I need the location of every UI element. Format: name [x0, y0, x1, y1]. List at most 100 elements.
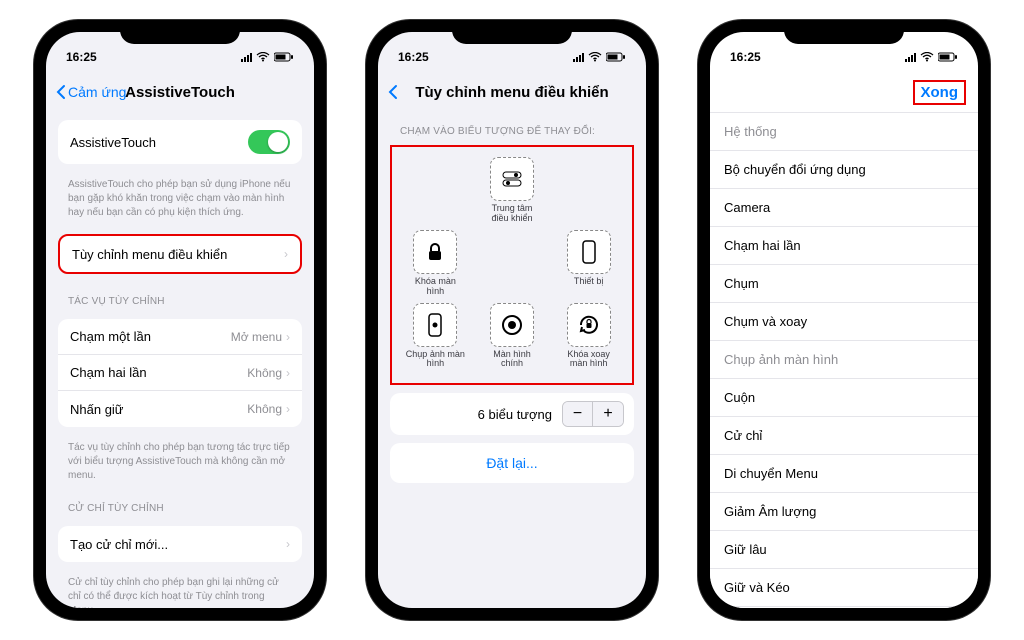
- screenshot-icon: [428, 313, 442, 337]
- assistivetouch-toggle-row[interactable]: AssistiveTouch: [58, 120, 302, 164]
- icon-hint: CHẠM VÀO BIỂU TƯỢNG ĐỂ THAY ĐỔI:: [378, 112, 646, 141]
- single-tap-value: Mở menu: [231, 330, 282, 344]
- screen-2: 16:25 Tùy chỉnh menu điều khiển CHẠM VÀO…: [378, 32, 646, 608]
- icon-grid-highlighted: Trung tâm điều khiển Khóa màn hình Thiết…: [390, 145, 634, 385]
- content-2[interactable]: CHẠM VÀO BIỂU TƯỢNG ĐỂ THAY ĐỔI: Trung t…: [378, 112, 646, 608]
- icon-control-center[interactable]: Trung tâm điều khiển: [482, 157, 542, 224]
- customize-menu-row[interactable]: Tùy chỉnh menu điều khiển ›: [60, 236, 300, 272]
- list-item[interactable]: Chụm và xoay: [710, 303, 978, 341]
- stepper-minus[interactable]: −: [563, 402, 593, 426]
- reset-button[interactable]: Đặt lại...: [390, 443, 634, 483]
- icon-caption: Khóa xoay màn hình: [559, 350, 619, 370]
- back-label: Cảm ứng: [68, 84, 126, 100]
- double-tap-value: Không: [247, 366, 282, 380]
- long-press-value: Không: [247, 402, 282, 416]
- status-right: [573, 52, 626, 62]
- double-tap-label: Chạm hai lần: [70, 365, 147, 380]
- list-item[interactable]: Camera: [710, 189, 978, 227]
- lock-icon: [426, 242, 444, 262]
- navbar: Xong: [710, 72, 978, 112]
- item-label: Di chuyển Menu: [724, 466, 818, 481]
- item-label: Chụm: [724, 276, 759, 291]
- list-item[interactable]: Giữ và Kéo: [710, 569, 978, 607]
- home-icon: [500, 313, 524, 337]
- item-label: Giữ lâu: [724, 542, 767, 557]
- toggle-switch-on[interactable]: [248, 130, 290, 154]
- single-tap-row[interactable]: Chạm một lần Mở menu›: [58, 319, 302, 355]
- wifi-icon: [256, 52, 270, 62]
- content-1[interactable]: AssistiveTouch AssistiveTouch cho phép b…: [46, 112, 314, 608]
- toggle-desc: AssistiveTouch cho phép bạn sử dụng iPho…: [46, 172, 314, 226]
- list-item[interactable]: Bộ chuyển đổi ứng dụng: [710, 151, 978, 189]
- toggles-icon: [501, 171, 523, 187]
- list-item[interactable]: Giảm Âm lượng: [710, 493, 978, 531]
- new-gesture-label: Tạo cử chỉ mới...: [70, 537, 168, 552]
- item-label: Camera: [724, 200, 770, 215]
- icon-caption: Thiết bị: [574, 277, 604, 287]
- phone-frame-1: 16:25 Cảm ứng AssistiveTouch AssistiveTo…: [34, 20, 326, 620]
- content-3[interactable]: Hệ thống Bộ chuyển đổi ứng dụng Camera C…: [710, 112, 978, 608]
- icon-stepper: − +: [562, 401, 624, 427]
- list-item[interactable]: Giữ lâu: [710, 531, 978, 569]
- section-gestures: CỬ CHỈ TÙY CHỈNH: [46, 489, 314, 518]
- icon-counter-row: 6 biểu tượng − +: [390, 393, 634, 435]
- list-item[interactable]: Di chuyển Menu: [710, 455, 978, 493]
- item-label: Chụm và xoay: [724, 314, 807, 329]
- item-label: Bộ chuyển đổi ứng dụng: [724, 162, 866, 177]
- wifi-icon: [920, 52, 934, 62]
- navbar: Cảm ứng AssistiveTouch: [46, 72, 314, 112]
- status-time: 16:25: [66, 50, 97, 64]
- section-system: Hệ thống: [710, 112, 978, 151]
- list-item[interactable]: Cuộn: [710, 379, 978, 417]
- item-label: Cử chỉ: [724, 428, 762, 443]
- list-item[interactable]: Cử chỉ: [710, 417, 978, 455]
- screen-3: 16:25 Xong Hệ thống Bộ chuyển đổi ứng dụ…: [710, 32, 978, 608]
- back-button[interactable]: Cảm ứng: [56, 84, 126, 100]
- list-item-disabled: Khóa màn hình: [710, 607, 978, 608]
- item-label: Cuộn: [724, 390, 755, 405]
- signal-icon: [241, 53, 252, 62]
- long-press-row[interactable]: Nhấn giữ Không ›: [58, 391, 302, 427]
- item-label: Chụp ảnh màn hình: [724, 352, 838, 367]
- icon-caption: Khóa màn hình: [405, 277, 465, 297]
- list-item-disabled: Chụp ảnh màn hình: [710, 341, 978, 379]
- item-label: Chạm hai lần: [724, 238, 801, 253]
- device-icon: [582, 240, 596, 264]
- chevron-right-icon: ›: [286, 366, 290, 380]
- nav-title: Tùy chỉnh menu điều khiển: [378, 84, 646, 101]
- chevron-right-icon: ›: [286, 402, 290, 416]
- stepper-plus[interactable]: +: [593, 402, 623, 426]
- list-item[interactable]: Chạm hai lần: [710, 227, 978, 265]
- item-label: Giữ và Kéo: [724, 580, 790, 595]
- list-item[interactable]: Chụm: [710, 265, 978, 303]
- section-actions: TÁC VỤ TÙY CHỈNH: [46, 282, 314, 311]
- done-button-highlighted[interactable]: Xong: [913, 80, 967, 105]
- status-right: [905, 52, 958, 62]
- icon-home[interactable]: Màn hình chính: [482, 303, 542, 370]
- customize-menu-row-highlighted: Tùy chỉnh menu điều khiển ›: [58, 234, 302, 274]
- status-time: 16:25: [730, 50, 761, 64]
- navbar: Tùy chỉnh menu điều khiển: [378, 72, 646, 112]
- wifi-icon: [588, 52, 602, 62]
- icon-rotation-lock[interactable]: Khóa xoay màn hình: [559, 303, 619, 370]
- icon-device[interactable]: Thiết bị: [567, 230, 611, 297]
- rotation-lock-icon: [577, 313, 601, 337]
- item-label: Giảm Âm lượng: [724, 504, 816, 519]
- chevron-left-icon: [388, 84, 398, 100]
- notch: [120, 20, 240, 44]
- signal-icon: [905, 53, 916, 62]
- long-press-label: Nhấn giữ: [70, 402, 124, 417]
- phone-frame-2: 16:25 Tùy chỉnh menu điều khiển CHẠM VÀO…: [366, 20, 658, 620]
- icon-caption: Chụp ảnh màn hình: [405, 350, 465, 370]
- icon-screenshot[interactable]: Chụp ảnh màn hình: [405, 303, 465, 370]
- status-time: 16:25: [398, 50, 429, 64]
- double-tap-row[interactable]: Chạm hai lần Không ›: [58, 355, 302, 391]
- new-gesture-row[interactable]: Tạo cử chỉ mới... ›: [58, 526, 302, 562]
- signal-icon: [573, 53, 584, 62]
- phone-frame-3: 16:25 Xong Hệ thống Bộ chuyển đổi ứng dụ…: [698, 20, 990, 620]
- single-tap-label: Chạm một lần: [70, 329, 151, 344]
- battery-icon: [938, 52, 958, 62]
- icon-lock-screen[interactable]: Khóa màn hình: [405, 230, 465, 297]
- back-button[interactable]: [388, 84, 398, 100]
- toggle-label: AssistiveTouch: [70, 135, 156, 150]
